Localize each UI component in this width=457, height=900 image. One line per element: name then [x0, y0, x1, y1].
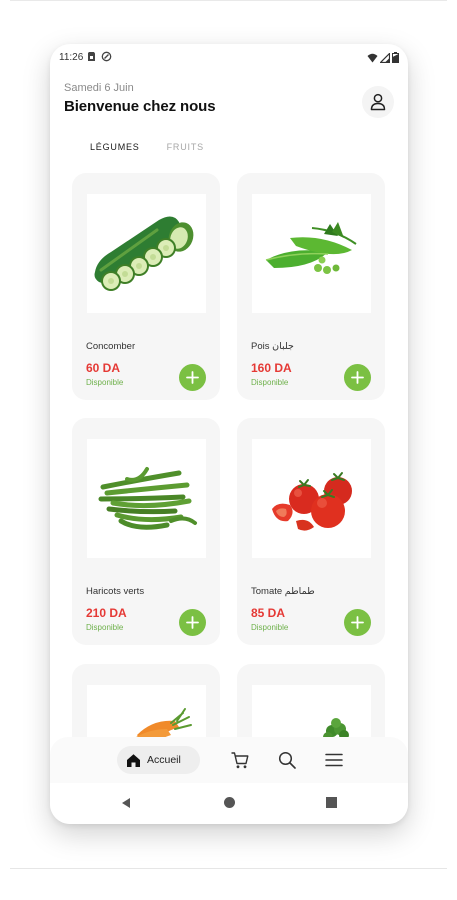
- status-right-icons: [367, 52, 399, 63]
- product-name: Concomber: [86, 341, 136, 352]
- product-name: Pois جلبان: [251, 341, 294, 352]
- plus-icon: [186, 371, 199, 384]
- plus-icon: [351, 371, 364, 384]
- status-bar: 11:26: [50, 44, 408, 72]
- product-status: Disponible: [86, 623, 124, 632]
- product-card[interactable]: Haricots verts 210 DA Disponible: [72, 418, 220, 645]
- menu-icon[interactable]: [324, 750, 344, 770]
- product-price: 210 DA: [86, 606, 127, 620]
- search-icon[interactable]: [277, 750, 297, 770]
- signal-icon: [380, 52, 390, 63]
- bottom-divider: [10, 868, 447, 869]
- product-card[interactable]: Tomate طماطم 85 DA Disponible: [237, 418, 385, 645]
- add-to-cart-button[interactable]: [179, 364, 206, 391]
- plus-icon: [351, 616, 364, 629]
- top-divider: [10, 0, 447, 1]
- product-price: 60 DA: [86, 361, 121, 375]
- product-status: Disponible: [86, 378, 124, 387]
- battery-icon: [392, 52, 399, 63]
- header-date: Samedi 6 Juin: [64, 82, 134, 94]
- home-circle-icon[interactable]: [224, 797, 235, 808]
- cart-icon[interactable]: [230, 750, 250, 770]
- tab-fruits[interactable]: FRUITS: [167, 142, 204, 156]
- sim-card-icon: [88, 52, 95, 61]
- bottom-navigation: Accueil: [50, 737, 408, 783]
- category-tabs: LÉGUMES FRUITS: [90, 142, 204, 156]
- product-card[interactable]: Pois جلبان 160 DA Disponible: [237, 173, 385, 400]
- plus-icon: [186, 616, 199, 629]
- product-image-cucumber: [87, 194, 206, 313]
- user-icon: [370, 93, 386, 111]
- product-price: 85 DA: [251, 606, 286, 620]
- tab-legumes[interactable]: LÉGUMES: [90, 142, 140, 156]
- product-image-tomatoes: [252, 439, 371, 558]
- add-to-cart-button[interactable]: [179, 609, 206, 636]
- system-navigation-bar: [50, 783, 408, 824]
- home-icon: [127, 753, 140, 767]
- nav-home-label: Accueil: [147, 754, 181, 766]
- product-image-peas: [252, 194, 371, 313]
- product-name: Tomate طماطم: [251, 586, 315, 597]
- wifi-icon: [367, 53, 378, 62]
- back-icon[interactable]: [120, 797, 132, 809]
- profile-button[interactable]: [362, 86, 394, 118]
- product-card[interactable]: Concomber 60 DA Disponible: [72, 173, 220, 400]
- phone-screen: 11:26 Samedi 6 Juin Bienvenue chez nous …: [50, 44, 408, 824]
- product-price: 160 DA: [251, 361, 292, 375]
- add-to-cart-button[interactable]: [344, 609, 371, 636]
- product-status: Disponible: [251, 378, 289, 387]
- product-image-green-beans: [87, 439, 206, 558]
- page-title: Bienvenue chez nous: [64, 98, 216, 115]
- product-name: Haricots verts: [86, 586, 145, 597]
- data-saver-icon: [101, 51, 112, 62]
- product-status: Disponible: [251, 623, 289, 632]
- add-to-cart-button[interactable]: [344, 364, 371, 391]
- status-time: 11:26: [59, 52, 84, 63]
- recents-icon[interactable]: [326, 797, 337, 808]
- nav-home-button[interactable]: Accueil: [117, 746, 200, 774]
